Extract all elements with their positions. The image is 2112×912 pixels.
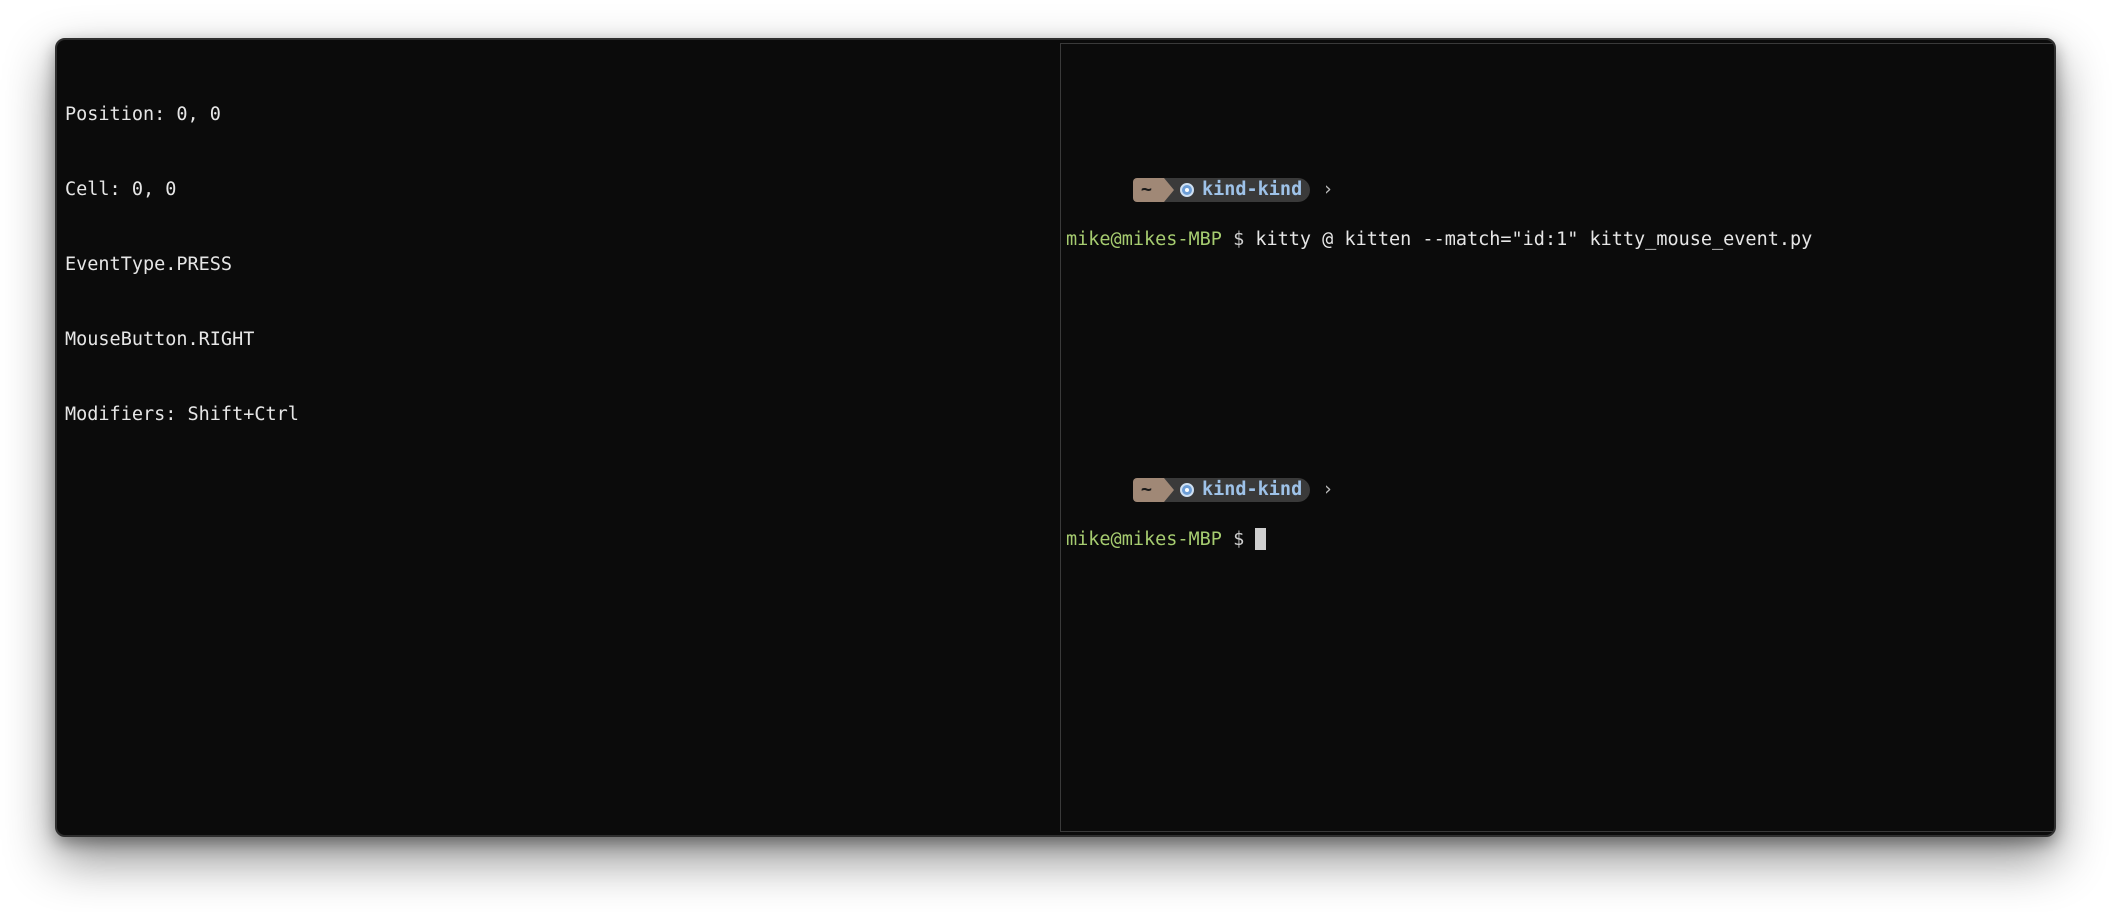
prompt-symbol: $ — [1233, 529, 1245, 550]
chevron-right-icon: › — [1322, 179, 1334, 200]
output-line-mouse-button: MouseButton.RIGHT — [65, 329, 255, 350]
kubernetes-icon — [1179, 483, 1194, 497]
command-text: kitty @ kitten --match="id:1" kitty_mous… — [1255, 229, 1813, 250]
command-line: mike@mikes-MBP $ kitty @ kitten --match=… — [1066, 227, 2054, 252]
prompt-status-line: ~ kind-kind › — [1066, 452, 2054, 502]
context-label: kind-kind — [1201, 479, 1303, 500]
output-line-event-type: EventType.PRESS — [65, 254, 233, 275]
prompt-segments: ~ kind-kind — [1132, 178, 1311, 202]
user-host: mike@mikes-MBP — [1066, 529, 1222, 550]
output-line-position: Position: 0, 0 — [65, 104, 221, 125]
kubernetes-icon — [1179, 183, 1194, 197]
left-pane-output[interactable]: Position: 0, 0 Cell: 0, 0 EventType.PRES… — [57, 40, 1059, 835]
right-pane-shell[interactable]: ~ kind-kind › mike@mikes-MBP $ kitty @ k… — [1060, 43, 2054, 832]
prompt-status-line: ~ kind-kind › — [1066, 152, 2054, 202]
output-line-cell: Cell: 0, 0 — [65, 179, 177, 200]
text-cursor[interactable] — [1255, 527, 1267, 550]
home-segment: ~ — [1132, 178, 1175, 202]
prompt-segments: ~ kind-kind — [1132, 478, 1311, 502]
user-host: mike@mikes-MBP — [1066, 229, 1222, 250]
prompt-symbol: $ — [1233, 229, 1245, 250]
context-segment: kind-kind — [1163, 178, 1311, 202]
output-line-modifiers: Modifiers: Shift+Ctrl — [65, 404, 299, 425]
terminal-window: Position: 0, 0 Cell: 0, 0 EventType.PRES… — [55, 38, 2056, 837]
home-segment: ~ — [1132, 478, 1175, 502]
context-segment: kind-kind — [1163, 478, 1311, 502]
command-input-line[interactable]: mike@mikes-MBP $ — [1066, 527, 2054, 552]
context-label: kind-kind — [1201, 179, 1303, 200]
chevron-right-icon: › — [1322, 479, 1334, 500]
